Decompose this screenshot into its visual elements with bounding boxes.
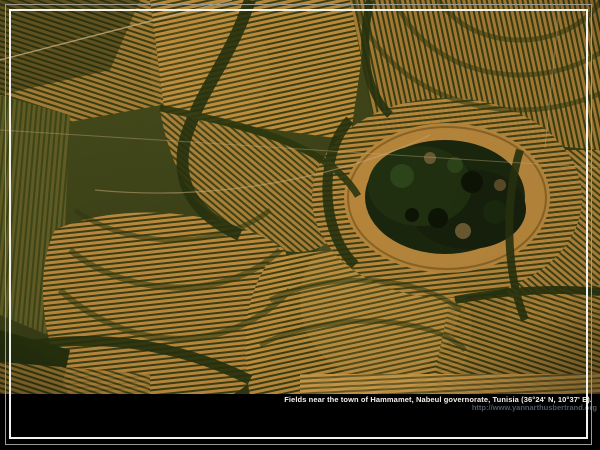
photo-caption-url: http://www.yannarthusbertrand.org (0, 404, 600, 412)
caption-bar: Fields near the town of Hammamet, Nabeul… (0, 394, 600, 450)
aerial-photo-illustration (0, 0, 600, 396)
wallpaper-canvas: Fields near the town of Hammamet, Nabeul… (0, 0, 600, 450)
aerial-photo-hammamet (0, 0, 600, 396)
